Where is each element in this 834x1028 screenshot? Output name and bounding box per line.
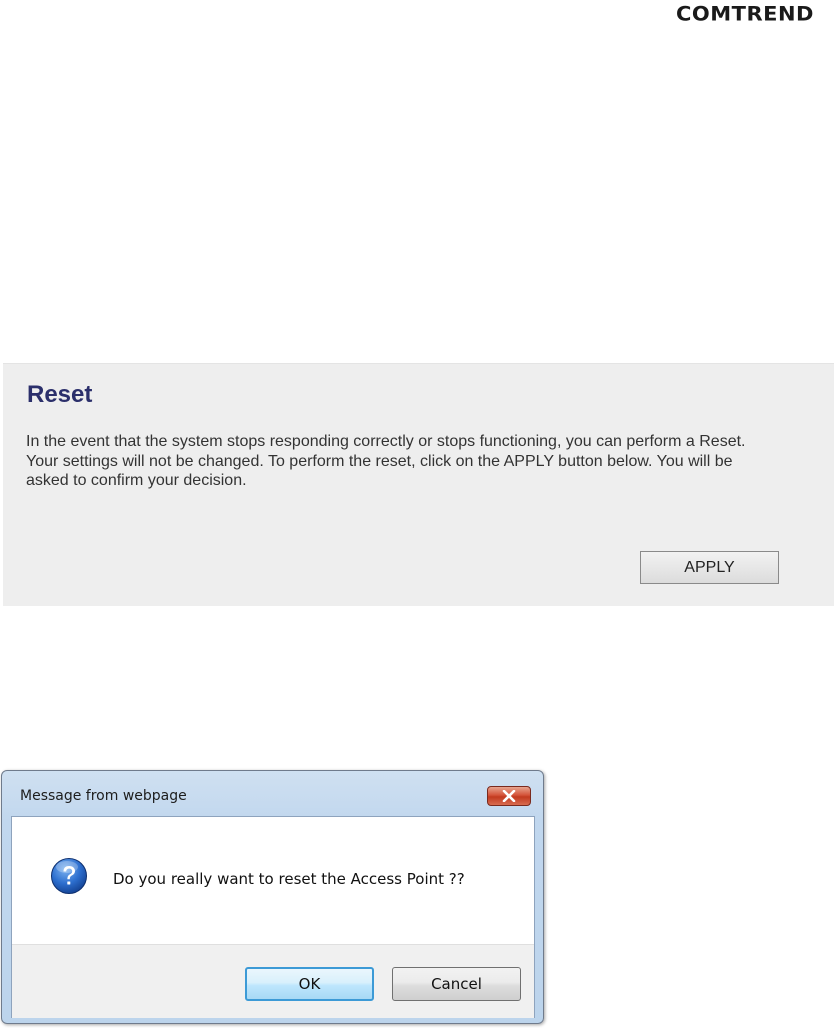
reset-description: In the event that the system stops respo…	[26, 433, 746, 489]
close-icon	[502, 790, 516, 802]
dialog-message: Do you really want to reset the Access P…	[113, 870, 465, 888]
confirm-dialog: Message from webpage Do you really want …	[1, 770, 544, 1024]
dialog-body: Do you really want to reset the Access P…	[11, 816, 535, 1018]
question-icon	[51, 858, 87, 894]
reset-panel: Reset In the event that the system stops…	[3, 363, 834, 606]
cancel-button[interactable]: Cancel	[392, 967, 521, 1001]
close-button[interactable]	[487, 786, 531, 806]
dialog-title: Message from webpage	[20, 788, 187, 804]
comtrend-logo: COMTREND	[675, 2, 814, 26]
ok-button[interactable]: OK	[245, 967, 374, 1001]
apply-button[interactable]: APPLY	[640, 551, 779, 584]
reset-title: Reset	[27, 381, 93, 408]
